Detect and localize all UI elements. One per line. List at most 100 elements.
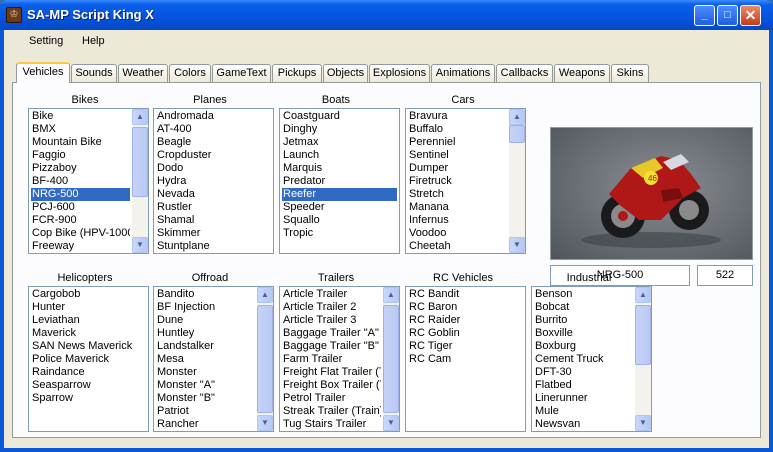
- list-item[interactable]: Cargobob: [31, 288, 146, 301]
- list-item[interactable]: Freight Flat Trailer (T: [282, 366, 381, 379]
- app-icon[interactable]: ♔: [6, 7, 22, 23]
- scroll-up-icon[interactable]: ▲: [132, 109, 148, 125]
- tab-skins[interactable]: Skins: [611, 64, 649, 82]
- boats-listbox[interactable]: Coastguard Dinghy Jetmax Launch Marquis Preda…: [279, 108, 400, 254]
- list-item[interactable]: Cement Truck: [534, 353, 633, 366]
- list-item[interactable]: AT-400: [156, 123, 271, 136]
- close-button[interactable]: ✕: [740, 5, 761, 26]
- list-item[interactable]: Bandito: [156, 288, 255, 301]
- menu-help[interactable]: Help: [82, 33, 105, 49]
- helicopters-listbox[interactable]: Cargobob Hunter Leviathan Maverick SAN News …: [28, 286, 149, 432]
- list-item[interactable]: Boxburg: [534, 340, 633, 353]
- list-item[interactable]: Coastguard: [282, 110, 397, 123]
- list-item[interactable]: Leviathan: [31, 314, 146, 327]
- scroll-down-icon[interactable]: ▼: [635, 415, 651, 431]
- list-item[interactable]: Maverick: [31, 327, 146, 340]
- list-item[interactable]: Seasparrow: [31, 379, 146, 392]
- tab-weather[interactable]: Weather: [118, 64, 168, 82]
- list-item[interactable]: Baggage Trailer "B": [282, 340, 381, 353]
- list-item[interactable]: Dumper: [408, 162, 507, 175]
- list-item[interactable]: Marquis: [282, 162, 397, 175]
- list-item[interactable]: Monster "B": [156, 392, 255, 405]
- list-item[interactable]: Jetmax: [282, 136, 397, 149]
- industrial-listbox[interactable]: Benson Bobcat Burrito Boxville Boxburg Cement…: [531, 286, 652, 432]
- list-item[interactable]: Stuntplane: [156, 240, 271, 253]
- list-item[interactable]: Article Trailer: [282, 288, 381, 301]
- list-item[interactable]: Freight Box Trailer (T: [282, 379, 381, 392]
- list-item[interactable]: Dodo: [156, 162, 271, 175]
- list-item[interactable]: NRG-500: [31, 188, 130, 201]
- list-item[interactable]: Landstalker: [156, 340, 255, 353]
- tab-colors[interactable]: Colors: [169, 64, 211, 82]
- scroll-thumb[interactable]: [509, 125, 525, 143]
- scroll-down-icon[interactable]: ▼: [383, 415, 399, 431]
- list-item[interactable]: Tug Stairs Trailer: [282, 418, 381, 431]
- list-item[interactable]: Article Trailer 2: [282, 301, 381, 314]
- list-item[interactable]: PCJ-600: [31, 201, 130, 214]
- maximize-button[interactable]: □: [717, 5, 738, 26]
- list-item[interactable]: Streak Trailer (Train): [282, 405, 381, 418]
- scroll-down-icon[interactable]: ▼: [257, 415, 273, 431]
- trailers-listbox[interactable]: Article Trailer Article Trailer 2 Article …: [279, 286, 400, 432]
- tab-vehicles[interactable]: Vehicles: [16, 62, 70, 83]
- list-item[interactable]: Baggage Trailer "A": [282, 327, 381, 340]
- list-item[interactable]: Newsvan: [534, 418, 633, 431]
- list-item[interactable]: Predator: [282, 175, 397, 188]
- list-item[interactable]: Monster "A": [156, 379, 255, 392]
- list-item[interactable]: Shamal: [156, 214, 271, 227]
- tab-explosions[interactable]: Explosions: [369, 64, 430, 82]
- list-item[interactable]: Hunter: [31, 301, 146, 314]
- list-item[interactable]: Burrito: [534, 314, 633, 327]
- list-item[interactable]: Patriot: [156, 405, 255, 418]
- list-item[interactable]: Article Trailer 3: [282, 314, 381, 327]
- list-item[interactable]: Sparrow: [31, 392, 146, 405]
- list-item[interactable]: Mountain Bike: [31, 136, 130, 149]
- tab-pickups[interactable]: Pickups: [272, 64, 322, 82]
- list-item[interactable]: Dune: [156, 314, 255, 327]
- list-item[interactable]: Squallo: [282, 214, 397, 227]
- industrial-scrollbar[interactable]: ▲ ▼: [635, 287, 651, 431]
- offroad-scrollbar[interactable]: ▲ ▼: [257, 287, 273, 431]
- scroll-thumb[interactable]: [383, 305, 399, 413]
- list-item[interactable]: BF Injection: [156, 301, 255, 314]
- list-item[interactable]: Voodoo: [408, 227, 507, 240]
- list-item[interactable]: RC Baron: [408, 301, 523, 314]
- list-item[interactable]: Mule: [534, 405, 633, 418]
- scroll-up-icon[interactable]: ▲: [509, 109, 525, 125]
- minimize-button[interactable]: _: [694, 5, 715, 26]
- list-item[interactable]: Nevada: [156, 188, 271, 201]
- list-item[interactable]: Benson: [534, 288, 633, 301]
- list-item[interactable]: DFT-30: [534, 366, 633, 379]
- list-item[interactable]: Mesa: [156, 353, 255, 366]
- list-item[interactable]: Pizzaboy: [31, 162, 130, 175]
- tab-animations[interactable]: Animations: [431, 64, 495, 82]
- list-item[interactable]: RC Goblin: [408, 327, 523, 340]
- list-item[interactable]: Bobcat: [534, 301, 633, 314]
- list-item[interactable]: RC Bandit: [408, 288, 523, 301]
- list-item[interactable]: Huntley: [156, 327, 255, 340]
- list-item[interactable]: Bike: [31, 110, 130, 123]
- list-item[interactable]: Skimmer: [156, 227, 271, 240]
- list-item[interactable]: Farm Trailer: [282, 353, 381, 366]
- bikes-scrollbar[interactable]: ▲ ▼: [132, 109, 148, 253]
- list-item[interactable]: Police Maverick: [31, 353, 146, 366]
- menu-setting[interactable]: Setting: [29, 33, 63, 49]
- list-item[interactable]: FCR-900: [31, 214, 130, 227]
- list-item[interactable]: Raindance: [31, 366, 146, 379]
- list-item[interactable]: Beagle: [156, 136, 271, 149]
- list-item[interactable]: Cop Bike (HPV-1000: [31, 227, 130, 240]
- scroll-up-icon[interactable]: ▲: [383, 287, 399, 303]
- list-item[interactable]: Stretch: [408, 188, 507, 201]
- tab-gametext[interactable]: GameText: [212, 64, 271, 82]
- bikes-listbox[interactable]: Bike BMX Mountain Bike Faggio Pizzaboy BF-400…: [28, 108, 149, 254]
- cars-scrollbar[interactable]: ▲ ▼: [509, 109, 525, 253]
- list-item[interactable]: Boxville: [534, 327, 633, 340]
- scroll-down-icon[interactable]: ▼: [132, 237, 148, 253]
- list-item[interactable]: BF-400: [31, 175, 130, 188]
- list-item[interactable]: Dinghy: [282, 123, 397, 136]
- list-item[interactable]: Andromada: [156, 110, 271, 123]
- rc-listbox[interactable]: RC Bandit RC Baron RC Raider RC Goblin RC Ti…: [405, 286, 526, 432]
- scroll-down-icon[interactable]: ▼: [509, 237, 525, 253]
- list-item[interactable]: BMX: [31, 123, 130, 136]
- tab-objects[interactable]: Objects: [323, 64, 368, 82]
